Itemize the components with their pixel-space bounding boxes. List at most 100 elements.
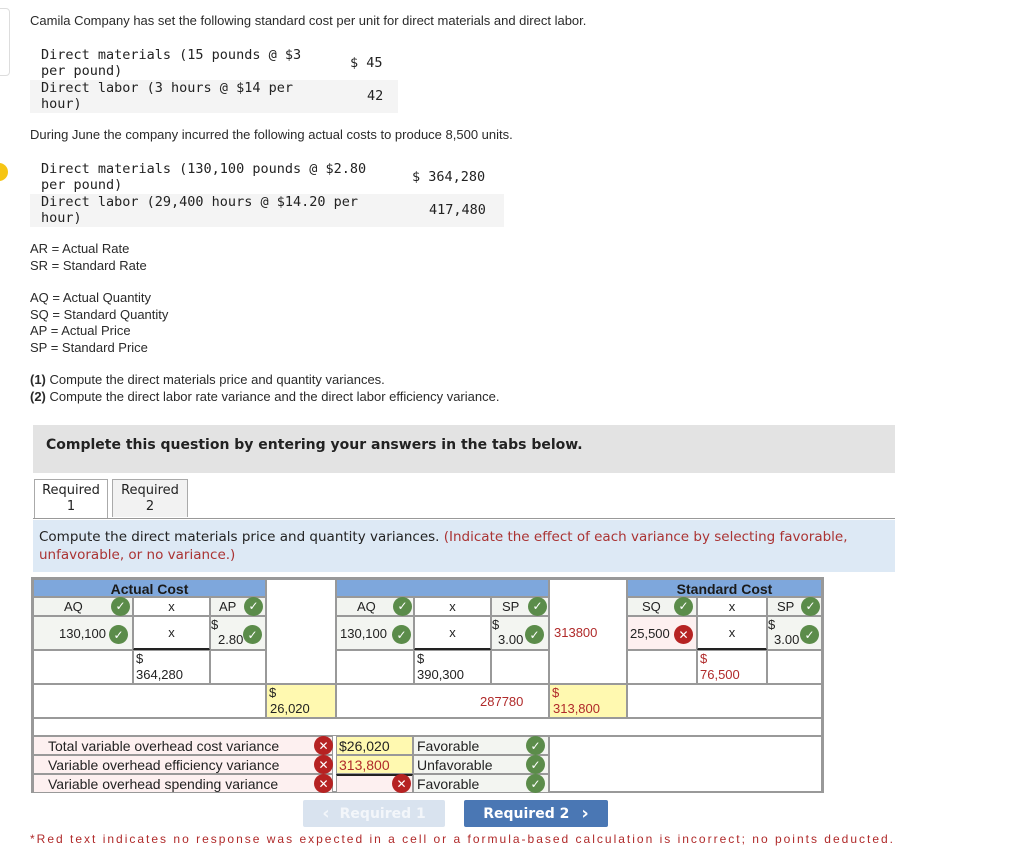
prev-required-1-button[interactable]: ‹ Required 1 [303, 800, 445, 827]
middle-total[interactable]: $390,300 [414, 650, 491, 684]
actual-row-labor: Direct labor (29,400 hours @ $14.20 per h… [30, 194, 504, 227]
banner-text: Complete this question by entering your … [46, 437, 583, 453]
standard-empty-cell [627, 650, 697, 684]
standard-row-labor: Direct labor (3 hours @ $14 per hour) 42 [30, 80, 398, 113]
check-icon: ✓ [526, 736, 545, 755]
check-icon: ✓ [244, 597, 263, 616]
cross-icon: ✕ [314, 736, 333, 755]
row-label: Direct labor (29,400 hours @ $14.20 per h… [41, 194, 358, 226]
definitions-rates: AR = Actual Rate SR = Standard Rate [30, 241, 147, 274]
tab-required-1[interactable]: Required 1 [34, 479, 108, 519]
check-icon: ✓ [528, 597, 547, 616]
summary-empty [549, 736, 822, 793]
summary-amount-total[interactable]: $26,020 [336, 736, 413, 755]
indicator-dot [0, 163, 8, 181]
check-icon: ✓ [526, 755, 545, 774]
middle-sp-label[interactable]: SP ✓ [491, 597, 549, 616]
standard-op-label: x [697, 597, 767, 616]
summary-label-total[interactable]: Total variable overhead cost variance ✕ [33, 736, 333, 755]
def-sp: SP = Standard Price [30, 339, 148, 355]
middle-aq-input[interactable]: 130,100 ✓ [336, 616, 414, 650]
def-sq: SQ = Standard Quantity [30, 306, 169, 322]
check-icon: ✓ [801, 597, 820, 616]
middle-op: x [414, 616, 491, 650]
june-text: During June the company incurred the fol… [30, 127, 513, 142]
row-label: Direct materials (15 pounds @ $3 per poun… [41, 47, 302, 79]
row-amount: $ 364,280 [412, 169, 486, 185]
questions: (1) Compute the direct materials price a… [30, 372, 499, 405]
actual-cost-header: Actual Cost [33, 579, 266, 597]
chevron-right-icon: › [581, 803, 589, 824]
standard-op: x [697, 616, 767, 650]
side-card [0, 8, 10, 76]
check-icon: ✓ [393, 597, 412, 616]
summary-amount-efficiency[interactable]: 313,800 [336, 755, 413, 774]
def-ap: AP = Actual Price [30, 323, 131, 338]
actual-aq-input[interactable]: 130,100 ✓ [33, 616, 133, 650]
standard-cost-header: Standard Cost [627, 579, 822, 597]
middle-header [336, 579, 549, 597]
check-icon: ✓ [392, 625, 411, 644]
actual-ap-label[interactable]: AP ✓ [210, 597, 266, 616]
check-icon: ✓ [243, 625, 262, 644]
tab-required-2[interactable]: Required 2 [112, 479, 188, 517]
instructions-banner: Complete this question by entering your … [33, 425, 895, 473]
standard-sp-label[interactable]: SP ✓ [767, 597, 822, 616]
actual-op-label: x [133, 597, 210, 616]
summary-label-spending[interactable]: Variable overhead spending variance ✕ [33, 774, 333, 793]
actual-empty-cell [210, 650, 266, 684]
row-amount: 42 [367, 88, 384, 104]
middle-op-label: x [414, 597, 491, 616]
footnote: *Red text indicates no response was expe… [30, 832, 896, 846]
check-icon: ✓ [109, 625, 128, 644]
tab-divider [33, 518, 895, 519]
check-icon: ✓ [800, 625, 819, 644]
cross-icon: ✕ [314, 755, 333, 774]
cross-icon: ✕ [392, 774, 411, 793]
check-icon: ✓ [525, 625, 544, 644]
standard-cost-table: Direct materials (15 pounds @ $3 per poun… [30, 47, 398, 113]
spacer-cell [266, 579, 336, 684]
mid-bottom-cell[interactable]: 287780 [336, 684, 549, 718]
summary-effect-spending[interactable]: Favorable ✓ [413, 774, 549, 793]
row-amount: $ 45 [350, 55, 383, 71]
next-required-2-button[interactable]: Required 2 › [464, 800, 608, 827]
actual-cost-table: Direct materials (130,100 pounds @ $2.80… [30, 161, 504, 227]
actual-row-materials: Direct materials (130,100 pounds @ $2.80… [30, 161, 504, 194]
cross-icon: ✕ [314, 774, 333, 793]
price-variance-input[interactable]: $26,020 [266, 684, 336, 718]
summary-effect-total[interactable]: Favorable ✓ [413, 736, 549, 755]
blank-row [33, 718, 822, 736]
summary-effect-efficiency[interactable]: Unfavorable ✓ [413, 755, 549, 774]
instruction-text: Compute the direct materials price and q… [33, 520, 895, 572]
actual-ap-input[interactable]: $2.80 ✓ [210, 616, 266, 650]
standard-total[interactable]: $76,500 [697, 650, 767, 684]
check-icon: ✓ [674, 597, 693, 616]
middle-sp-input[interactable]: $3.00 ✓ [491, 616, 549, 650]
def-ar: AR = Actual Rate [30, 241, 130, 256]
standard-sq-input[interactable]: 25,500 ✕ [627, 616, 697, 650]
summary-label-efficiency[interactable]: Variable overhead efficiency variance ✕ [33, 755, 333, 774]
standard-sp-input[interactable]: $3.00 ✓ [767, 616, 822, 650]
summary-amount-spending[interactable]: ✕ [336, 774, 413, 793]
row-amount: 417,480 [429, 202, 486, 218]
def-sr: SR = Standard Rate [30, 257, 147, 273]
question-1: (1) Compute the direct materials price a… [30, 372, 385, 387]
middle-aq-label[interactable]: AQ ✓ [336, 597, 414, 616]
actual-empty-cell [33, 650, 133, 684]
middle-right-cell[interactable]: 313800 [549, 579, 627, 684]
row-label: Direct materials (130,100 pounds @ $2.80… [41, 161, 367, 193]
middle-empty-cell [491, 650, 549, 684]
standard-row-materials: Direct materials (15 pounds @ $3 per poun… [30, 47, 398, 80]
question-2: (2) Compute the direct labor rate varian… [30, 388, 500, 404]
standard-sq-label[interactable]: SQ ✓ [627, 597, 697, 616]
middle-empty-cell [336, 650, 414, 684]
actual-op: x [133, 616, 210, 650]
intro-text: Camila Company has set the following sta… [30, 13, 587, 28]
actual-total[interactable]: $364,280 [133, 650, 210, 684]
definitions-quantities: AQ = Actual Quantity SQ = Standard Quant… [30, 290, 168, 356]
actual-aq-label[interactable]: AQ ✓ [33, 597, 133, 616]
row-label: Direct labor (3 hours @ $14 per hour) [41, 80, 293, 112]
quantity-variance-input[interactable]: $313,800 [549, 684, 627, 718]
variance-row-spacer [33, 684, 266, 718]
